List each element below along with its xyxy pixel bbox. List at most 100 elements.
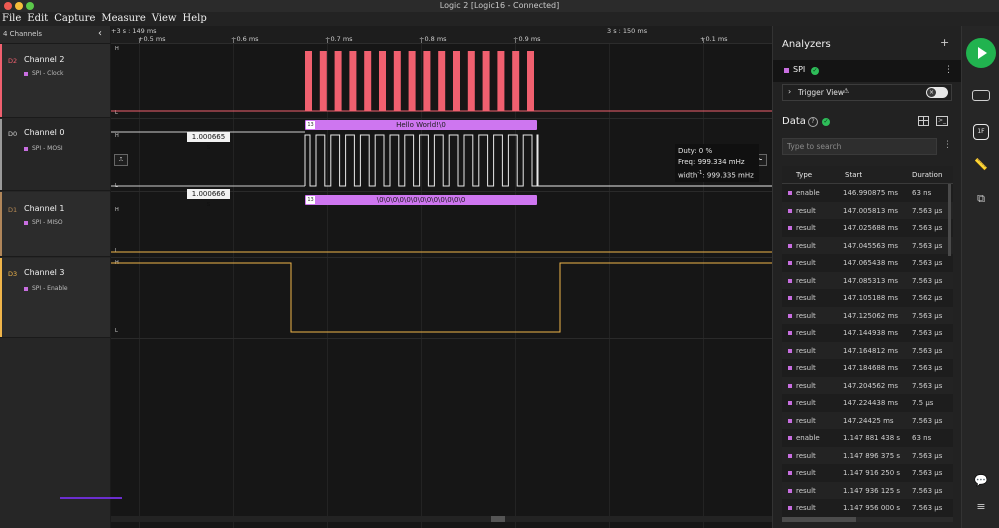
row-duration: 7.563 µs xyxy=(912,346,943,355)
device-icon[interactable] xyxy=(972,90,990,101)
channel-row-d0[interactable]: D0 Channel 0 SPI - MOSI xyxy=(0,119,110,191)
data-table-hscroll-thumb[interactable] xyxy=(782,517,856,522)
table-row[interactable]: result 147.045563 ms 7.563 µs xyxy=(782,236,953,254)
timeline-scroll-thumb[interactable] xyxy=(491,516,505,522)
clock-pulse xyxy=(482,51,490,111)
row-start: 146.990875 ms xyxy=(843,189,898,197)
table-view-icon[interactable] xyxy=(918,116,929,126)
menu-edit[interactable]: Edit xyxy=(27,12,48,26)
timeline-scrollbar[interactable] xyxy=(111,516,772,522)
clock-pulse xyxy=(497,51,505,111)
right-toolbar: 1F 📏 ⧉ 💬 ≡ xyxy=(961,26,999,528)
channel-name[interactable]: Channel 3 xyxy=(24,268,64,277)
row-type: result xyxy=(796,329,816,337)
clock-pulse xyxy=(408,51,416,111)
table-row[interactable]: result 147.164812 ms 7.563 µs xyxy=(782,341,953,359)
row-start: 147.065438 ms xyxy=(843,259,898,267)
menu-measure[interactable]: Measure xyxy=(101,12,145,26)
table-row[interactable]: result 147.184688 ms 7.563 µs xyxy=(782,359,953,377)
channel-count: 4 Channels xyxy=(3,30,43,38)
row-analyzer-dot xyxy=(788,418,792,423)
table-row[interactable]: enable 146.990875 ms 63 ns xyxy=(782,184,953,202)
pulse-width-measurement[interactable]: 1.000665 s xyxy=(187,132,230,151)
row-start: 1.147 881 438 s xyxy=(843,434,901,442)
menu-help[interactable]: Help xyxy=(182,12,206,26)
table-row[interactable]: result 147.125062 ms 7.563 µs xyxy=(782,306,953,324)
channel-row-d3[interactable]: D3 Channel 3 SPI - Enable xyxy=(0,258,110,338)
row-start: 147.184688 ms xyxy=(843,364,898,372)
waveform-view[interactable]: +3 s : 149 ms 3 s : 150 ms +0.5 ms +0.6 … xyxy=(111,26,772,528)
more-options-icon[interactable]: ⋮ xyxy=(944,65,953,75)
channel-row-d2[interactable]: D2 Channel 2 SPI - Clock xyxy=(0,44,110,118)
channel-color-stripe xyxy=(0,119,2,190)
table-row[interactable]: enable 1.147 881 438 s 63 ns xyxy=(782,429,953,447)
column-header-start[interactable]: Start xyxy=(845,171,862,179)
table-row[interactable]: result 1.147 896 375 s 7.563 µs xyxy=(782,446,953,464)
channel-name[interactable]: Channel 0 xyxy=(24,128,64,137)
row-type: result xyxy=(796,399,816,407)
clock-waveform xyxy=(111,51,772,112)
trigger-view-toggle[interactable]: × xyxy=(926,87,948,98)
table-row[interactable]: result 1.147 956 000 s 7.563 µs xyxy=(782,499,953,517)
enable-trace xyxy=(111,262,772,333)
pulse-width-measurement[interactable]: 1.000666 s xyxy=(187,189,230,208)
table-row[interactable]: result 1.147 936 125 s 7.563 µs xyxy=(782,481,953,499)
row-analyzer-dot xyxy=(788,348,792,353)
menu-capture[interactable]: Capture xyxy=(54,12,95,26)
table-row[interactable]: result 1.147 916 250 s 7.563 µs xyxy=(782,464,953,482)
miso-decoded-frame[interactable]: 13 \0\0\0\0\0\0\0\0\0\0\0\0\0 xyxy=(305,195,537,205)
analyzer-color-dot xyxy=(24,147,28,151)
row-start: 147.164812 ms xyxy=(843,346,898,355)
row-analyzer-dot xyxy=(788,453,792,458)
analyzer-row-spi[interactable]: SPI ✓ ⋮ xyxy=(773,60,961,82)
help-icon[interactable]: ? xyxy=(808,117,818,127)
data-search-input[interactable] xyxy=(782,138,937,155)
table-row[interactable]: result 147.204562 ms 7.563 µs xyxy=(782,376,953,394)
row-duration: 7.563 µs xyxy=(912,451,943,460)
analyzers-tab-icon[interactable]: 1F xyxy=(973,124,989,140)
app-window: Logic 2 [Logic16 - Connected] File Edit … xyxy=(0,0,999,528)
table-row[interactable]: result 147.025688 ms 7.563 µs xyxy=(782,219,953,237)
data-table-scrollbar[interactable] xyxy=(948,184,951,256)
channel-id: D2 xyxy=(8,57,18,65)
menu-file[interactable]: File xyxy=(2,12,21,26)
data-table-header: Type Start Duration xyxy=(782,166,953,184)
feedback-icon[interactable]: 💬 xyxy=(973,474,989,488)
channel-name[interactable]: Channel 2 xyxy=(24,55,64,64)
mosi-decoded-frame[interactable]: 13 Hello World!\0 xyxy=(305,120,537,130)
table-row[interactable]: result 147.085313 ms 7.563 µs xyxy=(782,271,953,289)
measure-ruler-icon[interactable]: 📏 xyxy=(973,158,989,172)
column-header-type[interactable]: Type xyxy=(796,171,812,179)
column-header-duration[interactable]: Duration xyxy=(912,171,942,179)
menu-icon[interactable]: ≡ xyxy=(973,500,989,514)
row-analyzer-dot xyxy=(788,471,792,475)
row-duration: 7.563 µs xyxy=(912,241,943,250)
glitch-filter-icon[interactable]: ⎍ xyxy=(114,154,128,166)
row-duration: 7.563 µs xyxy=(912,329,943,337)
collapse-panel-icon[interactable]: ‹ xyxy=(98,28,102,39)
table-row[interactable]: result 147.105188 ms 7.562 µs xyxy=(782,289,953,307)
search-options-icon[interactable]: ⋮ xyxy=(943,140,952,150)
table-row[interactable]: result 147.224438 ms 7.5 µs xyxy=(782,394,953,412)
row-type: result xyxy=(796,364,816,372)
row-start: 147.045563 ms xyxy=(843,241,898,250)
table-row[interactable]: result 147.005813 ms 7.563 µs xyxy=(782,201,953,219)
trigger-view-row[interactable]: › Trigger View ⚠ × xyxy=(782,84,952,101)
chevron-right-icon[interactable]: › xyxy=(788,87,791,96)
table-row[interactable]: result 147.065438 ms 7.563 µs xyxy=(782,254,953,272)
table-row[interactable]: result 147.144938 ms 7.563 µs xyxy=(782,324,953,342)
row-duration: 7.563 µs xyxy=(912,416,943,425)
channel-name[interactable]: Channel 1 xyxy=(24,204,64,213)
row-type: result xyxy=(796,504,816,512)
menu-view[interactable]: View xyxy=(152,12,177,26)
terminal-view-icon[interactable]: >_ xyxy=(936,116,948,126)
extensions-icon[interactable]: ⧉ xyxy=(973,192,989,206)
table-row[interactable]: result 147.24425 ms 7.563 µs xyxy=(782,411,953,429)
start-capture-button[interactable] xyxy=(966,38,996,68)
data-table[interactable]: Type Start Duration enable 146.990875 ms 6… xyxy=(782,166,953,520)
miso-frame-text: \0\0\0\0\0\0\0\0\0\0\0\0\0 xyxy=(376,196,466,204)
add-analyzer-icon[interactable]: + xyxy=(940,36,949,49)
channel-row-d1[interactable]: D1 Channel 1 SPI - MISO xyxy=(0,192,110,257)
row-duration: 7.563 µs xyxy=(912,381,943,390)
data-table-hscrollbar[interactable] xyxy=(782,517,953,522)
